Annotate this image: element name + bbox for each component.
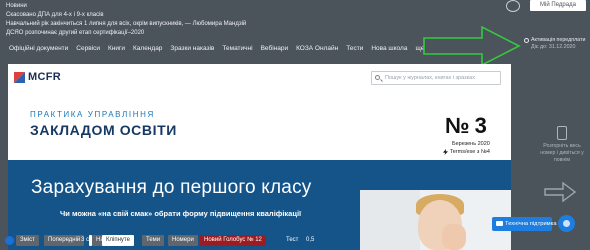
- toolbar-contents[interactable]: Зміст: [16, 235, 39, 246]
- search-icon: [375, 75, 380, 80]
- logo-text: MCFR: [28, 71, 61, 83]
- mcfr-logo[interactable]: MCFR: [14, 71, 61, 83]
- fullscreen-hint-text: Розгорніть весь номер і дивіться у повні…: [540, 143, 584, 163]
- toolbar-issues[interactable]: Номери: [168, 235, 198, 246]
- fullscreen-hint[interactable]: Розгорніть весь номер і дивіться у повні…: [540, 126, 584, 164]
- zoom-indicator-icon[interactable]: [5, 236, 14, 245]
- issue-next-label: Terms/ese з №4: [450, 149, 490, 155]
- expand-icon: [557, 126, 567, 140]
- chat-icon: [496, 221, 503, 226]
- magazine-title: ЗАКЛАДОМ ОСВІТИ: [30, 122, 177, 138]
- support-avatar[interactable]: [558, 215, 575, 232]
- support-button[interactable]: Технічна підтримка: [492, 217, 557, 231]
- toolbar-clipped[interactable]: Кліпнуте: [102, 235, 134, 246]
- issue-next: Terms/ese з №4: [443, 149, 490, 155]
- toolbar-test[interactable]: Тест: [282, 235, 302, 246]
- magazine-subtitle: ПРАКТИКА УПРАВЛІННЯ: [30, 110, 155, 119]
- issue-number: № 3: [445, 113, 487, 138]
- search-input[interactable]: Пошук у журналах, книгах і зразках: [371, 71, 501, 85]
- magazine-viewer[interactable]: MCFR Пошук у журналах, книгах і зразках …: [8, 64, 511, 250]
- toolbar-score: 0,5: [306, 237, 315, 243]
- cover-photo: [360, 190, 511, 250]
- toolbar-topics[interactable]: Теми: [142, 235, 165, 246]
- lightning-icon: [443, 149, 448, 155]
- issue-date: Березень 2020: [452, 141, 490, 147]
- support-label: Технічна підтримка: [505, 221, 557, 227]
- banner-title: Зарахування до першого класу: [31, 177, 312, 198]
- banner-subtitle: Чи можна «на свій смак» обрати форму під…: [60, 209, 302, 218]
- toolbar-new-issue[interactable]: Новий Голобус № 12: [200, 235, 266, 246]
- mcfr-logo-icon: [14, 71, 25, 83]
- next-page-arrow-icon[interactable]: [543, 180, 577, 204]
- search-placeholder: Пошук у журналах, книгах і зразках: [385, 75, 475, 81]
